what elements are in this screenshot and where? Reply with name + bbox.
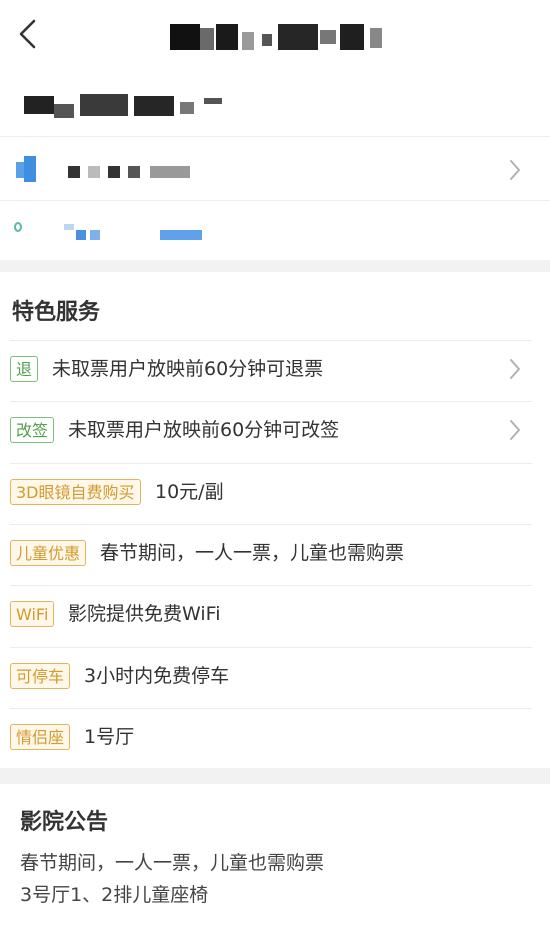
service-tag: 可停车 — [10, 662, 71, 689]
divider — [10, 340, 532, 341]
header-bar — [0, 0, 550, 72]
service-description: 春节期间，一人一票，儿童也需购票 — [100, 541, 405, 564]
service-description: 未取票用户放映前60分钟可退票 — [52, 358, 324, 380]
chevron-right-icon — [510, 420, 520, 441]
chevron-right-icon — [510, 359, 520, 379]
divider — [10, 523, 532, 525]
location-pin-icon — [14, 222, 22, 232]
service-tag: 3D眼镜自费购买 — [10, 478, 141, 505]
service-tag: 改签 — [10, 417, 55, 444]
divider — [10, 646, 532, 648]
cinema-address-row[interactable] — [0, 138, 550, 200]
service-row: 情侣座 1号厅 — [0, 707, 550, 769]
divider — [10, 585, 532, 587]
service-row: 儿童优惠 春节期间，一人一票，儿童也需购票 — [0, 523, 550, 585]
service-row[interactable]: 退未取票用户放映前60分钟可退票 — [0, 340, 550, 401]
divider — [10, 707, 532, 709]
service-row: 可停车 3小时内免费停车 — [0, 646, 550, 708]
service-tag: 情侣座 — [10, 723, 71, 750]
service-tag: 儿童优惠 — [10, 539, 87, 566]
service-row[interactable]: 改签 未取票用户放映前60分钟可改签 — [0, 401, 550, 462]
service-description: 影院提供免费WiFi — [68, 603, 221, 626]
notice-line: 3号厅1、2排儿童座椅 — [20, 884, 209, 906]
divider — [10, 401, 532, 403]
service-tag: WiFi — [10, 601, 55, 628]
chevron-left-icon — [19, 19, 36, 49]
back-button[interactable] — [10, 14, 44, 54]
services-title: 特色服务 — [12, 300, 101, 325]
service-description: 10元/副 — [155, 480, 224, 503]
service-description: 1号厅 — [84, 725, 135, 748]
service-description: 3小时内免费停车 — [84, 664, 230, 687]
cinema-info-card — [0, 72, 550, 260]
page-title-redacted — [170, 24, 390, 50]
cinema-phone-row[interactable] — [0, 202, 550, 264]
notice-line: 春节期间，一人一票，儿童也需购票 — [20, 852, 325, 874]
notice-section: 影院公告 春节期间，一人一票，儿童也需购票 3号厅1、2排儿童座椅 — [0, 784, 550, 925]
service-tag: 退 — [10, 356, 39, 382]
notice-title: 影院公告 — [20, 810, 109, 835]
service-description: 未取票用户放映前60分钟可改签 — [68, 419, 340, 442]
cinema-name-redacted — [24, 92, 244, 120]
divider — [10, 462, 532, 464]
services-section: 特色服务 退未取票用户放映前60分钟可退票 改签 未取票用户放映前60分钟可改签 3D… — [0, 272, 550, 768]
chevron-right-icon — [510, 160, 520, 180]
service-row: 3D眼镜自费购买 10元/副 — [0, 462, 550, 524]
service-row: WiFi 影院提供免费WiFi — [0, 585, 550, 646]
